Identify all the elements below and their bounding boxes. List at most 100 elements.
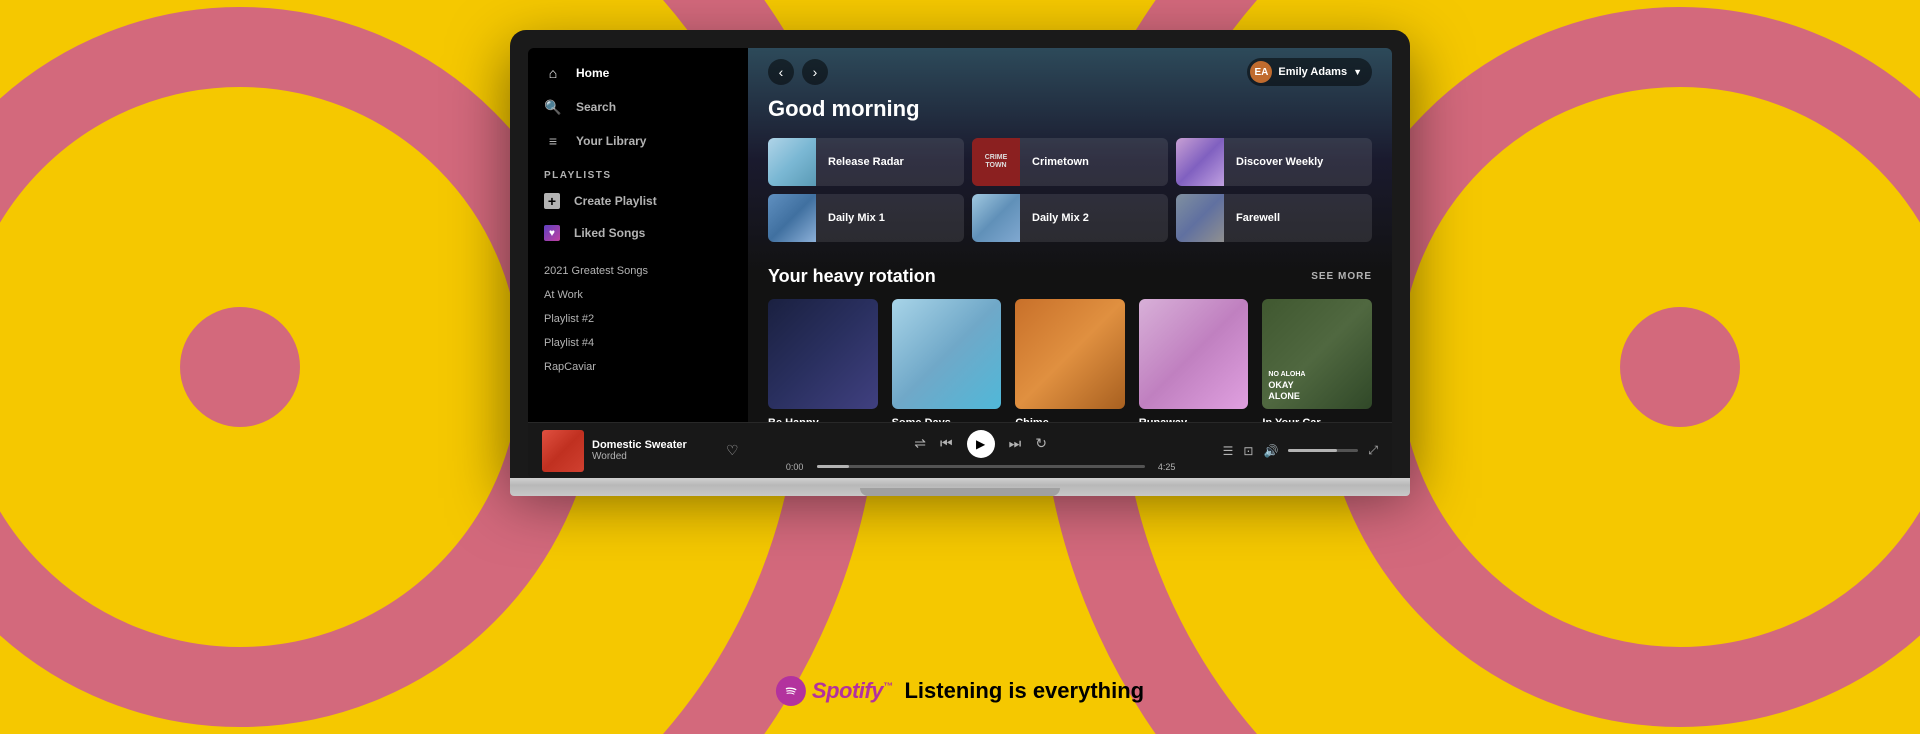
daily-mix-1-label: Daily Mix 1: [816, 212, 897, 224]
crimetown-label: Crimetown: [1020, 156, 1101, 168]
heart-icon: ♥: [544, 225, 560, 241]
quick-card-discover-weekly[interactable]: Discover Weekly: [1176, 138, 1372, 186]
chime-art: [1015, 299, 1125, 409]
quick-card-crimetown[interactable]: CRIMETOWN Crimetown: [972, 138, 1168, 186]
create-playlist-label: Create Playlist: [574, 194, 657, 208]
heart-button[interactable]: ♡: [726, 442, 739, 459]
now-playing-artwork: [542, 430, 584, 472]
progress-bar[interactable]: 0:00 4:25: [781, 462, 1181, 472]
progress-track[interactable]: [817, 465, 1145, 468]
previous-button[interactable]: ⏮: [940, 435, 953, 452]
plus-icon: +: [544, 193, 560, 209]
release-radar-label: Release Radar: [816, 156, 916, 168]
rotation-card-be-happy[interactable]: Be Happy Gene Evaro Jr.: [768, 299, 878, 422]
playlist-item[interactable]: Playlist #4: [528, 331, 748, 355]
runaway-art: [1139, 299, 1249, 409]
liked-songs-label: Liked Songs: [574, 226, 645, 240]
be-happy-title: Be Happy: [768, 417, 878, 422]
np-track-title: Domestic Sweater: [592, 439, 712, 451]
rotation-card-runaway[interactable]: Runaway Beast Coast: [1139, 299, 1249, 422]
playlist-item[interactable]: At Work: [528, 283, 748, 307]
rotation-title: Your heavy rotation: [768, 266, 936, 287]
laptop-base: [510, 478, 1410, 496]
time-total: 4:25: [1153, 462, 1181, 472]
branding: Spotify™ Listening is everything: [776, 676, 1144, 706]
daily-mix-2-art: [972, 194, 1020, 242]
user-avatar: EA: [1250, 61, 1272, 83]
now-playing-bar: Domestic Sweater Worded ♡ ⇌ ⏮ ▶ ⏭ ↻: [528, 422, 1392, 478]
crimetown-art: CRIMETOWN: [972, 138, 1020, 186]
queue-button[interactable]: ☰: [1223, 444, 1234, 458]
farewell-label: Farewell: [1224, 212, 1292, 224]
nav-arrows: ‹ ›: [768, 59, 828, 85]
create-playlist-btn[interactable]: + Create Playlist: [528, 185, 748, 217]
extra-controls: ☰ ⊡ 🔊 ⤢: [1223, 443, 1378, 458]
playlist-item[interactable]: RapCaviar: [528, 355, 748, 379]
volume-bar[interactable]: [1288, 449, 1358, 452]
rotation-card-chime[interactable]: Chime Alan Gogoll: [1015, 299, 1125, 422]
devices-button[interactable]: ⊡: [1243, 444, 1253, 458]
np-artist-name: Worded: [592, 451, 712, 462]
discover-weekly-art: [1176, 138, 1224, 186]
quick-access-grid: Release Radar CRIMETOWN Crimetown: [768, 138, 1372, 242]
spotify-name: Spotify™: [812, 678, 893, 704]
laptop-container: ⌂ Home 🔍 Search ≡ Your Library PLAYLISTS: [510, 30, 1410, 496]
sidebar-item-library[interactable]: ≡ Your Library: [528, 124, 748, 158]
playlists-section-label: PLAYLISTS: [528, 158, 748, 185]
dropdown-icon: ▼: [1353, 67, 1362, 77]
laptop-screen: ⌂ Home 🔍 Search ≡ Your Library PLAYLISTS: [528, 48, 1392, 478]
next-button[interactable]: ⏭: [1009, 435, 1022, 452]
user-menu-button[interactable]: EA Emily Adams ▼: [1247, 58, 1372, 86]
see-more-button[interactable]: SEE MORE: [1311, 271, 1372, 282]
forward-button[interactable]: ›: [802, 59, 828, 85]
release-radar-art: [768, 138, 816, 186]
user-name: Emily Adams: [1278, 66, 1347, 78]
rotation-card-in-your-car[interactable]: NO ALOHAOKAYALONE In Your Car No Aloha: [1262, 299, 1372, 422]
search-label: Search: [576, 100, 616, 114]
search-icon: 🔍: [544, 98, 562, 116]
player-buttons: ⇌ ⏮ ▶ ⏭ ↻: [914, 430, 1047, 458]
tagline-text: Listening is everything: [904, 678, 1144, 704]
liked-songs-btn[interactable]: ♥ Liked Songs: [528, 217, 748, 249]
daily-mix-1-art: [768, 194, 816, 242]
playlist-item[interactable]: 2021 Greatest Songs: [528, 259, 748, 283]
library-icon: ≡: [544, 132, 562, 150]
be-happy-art: [768, 299, 878, 409]
spotify-app: ⌂ Home 🔍 Search ≡ Your Library PLAYLISTS: [528, 48, 1392, 478]
quick-card-farewell[interactable]: Farewell: [1176, 194, 1372, 242]
now-playing-info: Domestic Sweater Worded: [592, 439, 712, 462]
spotify-svg-icon: [782, 682, 800, 700]
shuffle-button[interactable]: ⇌: [914, 435, 926, 452]
repeat-button[interactable]: ↻: [1035, 435, 1047, 452]
fullscreen-button[interactable]: ⤢: [1368, 443, 1378, 458]
laptop-bezel: ⌂ Home 🔍 Search ≡ Your Library PLAYLISTS: [510, 30, 1410, 478]
volume-icon[interactable]: 🔊: [1263, 444, 1278, 458]
sidebar-item-home[interactable]: ⌂ Home: [528, 56, 748, 90]
rotation-grid: Be Happy Gene Evaro Jr. Some Days Ira Wo…: [768, 299, 1372, 422]
some-days-title: Some Days: [892, 417, 1002, 422]
home-icon: ⌂: [544, 64, 562, 82]
chime-title: Chime: [1015, 417, 1125, 422]
in-your-car-title: In Your Car: [1262, 417, 1372, 422]
app-main: ⌂ Home 🔍 Search ≡ Your Library PLAYLISTS: [528, 48, 1392, 422]
main-content: ‹ › EA Emily Adams ▼ Good morning: [748, 48, 1392, 422]
greeting-text: Good morning: [768, 96, 1372, 122]
in-your-car-art: NO ALOHAOKAYALONE: [1262, 299, 1372, 409]
sidebar-item-search[interactable]: 🔍 Search: [528, 90, 748, 124]
spotify-logo: Spotify™: [776, 676, 893, 706]
quick-card-daily-mix-2[interactable]: Daily Mix 2: [972, 194, 1168, 242]
play-pause-button[interactable]: ▶: [967, 430, 995, 458]
quick-card-release-radar[interactable]: Release Radar: [768, 138, 964, 186]
topbar: ‹ › EA Emily Adams ▼: [748, 48, 1392, 96]
some-days-art: [892, 299, 1002, 409]
rotation-card-some-days[interactable]: Some Days Ira Wolf: [892, 299, 1002, 422]
runaway-title: Runaway: [1139, 417, 1249, 422]
back-button[interactable]: ‹: [768, 59, 794, 85]
player-controls: ⇌ ⏮ ▶ ⏭ ↻ 0:00 4:25: [747, 430, 1215, 472]
volume-fill: [1288, 449, 1337, 452]
playlist-item[interactable]: Playlist #2: [528, 307, 748, 331]
quick-card-daily-mix-1[interactable]: Daily Mix 1: [768, 194, 964, 242]
home-label: Home: [576, 66, 609, 80]
sidebar: ⌂ Home 🔍 Search ≡ Your Library PLAYLISTS: [528, 48, 748, 422]
farewell-art: [1176, 194, 1224, 242]
